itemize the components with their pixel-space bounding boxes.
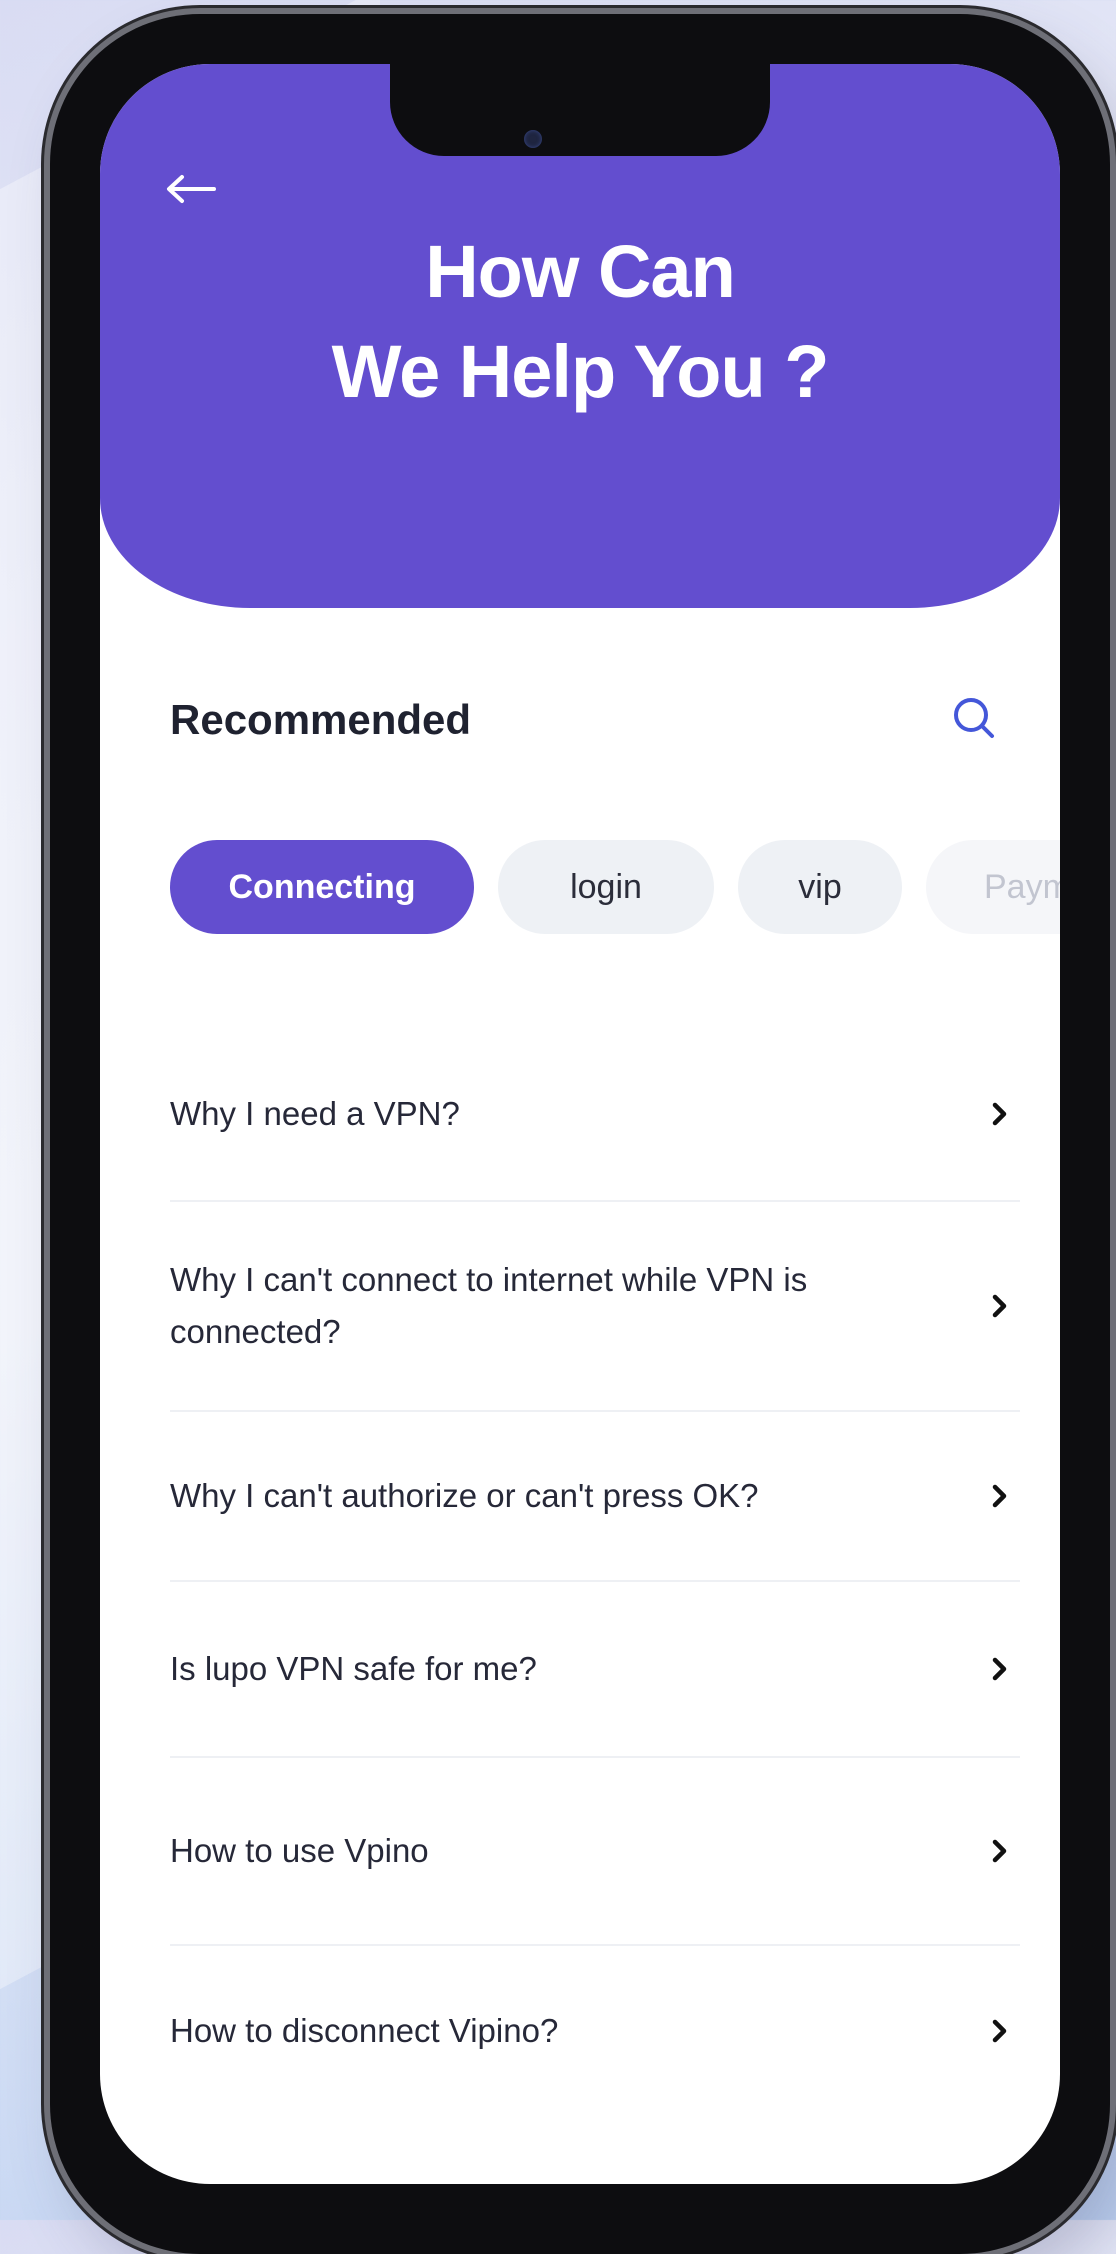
back-button[interactable]: [160, 164, 220, 214]
faq-question: Why I can't authorize or can't press OK?: [170, 1477, 759, 1514]
search-icon: [954, 698, 994, 738]
chevron-right-icon: [992, 2019, 1007, 2043]
phone-notch: [390, 64, 770, 156]
faq-item[interactable]: Is lupo VPN safe for me?: [170, 1582, 1020, 1758]
faq-item[interactable]: Why I can't connect to internet while VP…: [170, 1202, 1020, 1412]
camera-icon: [524, 130, 542, 148]
chip-label: vip: [798, 867, 842, 906]
app-screen: How Can We Help You ? Recommended Connec…: [100, 64, 1060, 2184]
chip-login[interactable]: login: [498, 840, 714, 934]
faq-item[interactable]: How to use Vpino: [170, 1758, 1020, 1946]
faq-item[interactable]: How to disconnect Vipino?: [170, 1946, 1020, 2116]
faq-question: How to use Vpino: [170, 1832, 429, 1869]
category-chips: Connecting login vip Paym: [170, 840, 1060, 936]
faq-question: Is lupo VPN safe for me?: [170, 1650, 537, 1687]
section-title: Recommended: [170, 696, 472, 743]
arrow-left-icon: [167, 175, 216, 203]
chip-connecting[interactable]: Connecting: [170, 840, 474, 934]
faq-list: Why I need a VPN? Why I can't connect to…: [170, 1028, 1020, 2116]
chip-label: login: [570, 867, 642, 906]
faq-item[interactable]: Why I can't authorize or can't press OK?: [170, 1412, 1020, 1582]
chevron-right-icon: [992, 1839, 1007, 1863]
chevron-right-icon: [992, 1294, 1007, 1318]
chip-label: Connecting: [228, 867, 416, 906]
page-title-line-1: How Can: [425, 230, 736, 313]
page-title-line-2: We Help You ?: [331, 330, 830, 413]
faq-question: Why I need a VPN?: [170, 1095, 460, 1132]
chip-vip[interactable]: vip: [738, 840, 902, 934]
chevron-right-icon: [992, 1657, 1007, 1681]
chevron-right-icon: [992, 1102, 1007, 1126]
chevron-right-icon: [992, 1484, 1007, 1508]
chip-label: Paym: [984, 867, 1060, 906]
phone-frame: How Can We Help You ? Recommended Connec…: [50, 14, 1110, 2254]
faq-question: How to disconnect Vipino?: [170, 2012, 559, 2049]
faq-item[interactable]: Why I need a VPN?: [170, 1028, 1020, 1202]
faq-question: Why I can't connect to internet while VP…: [170, 1261, 808, 1350]
chip-payment[interactable]: Paym: [926, 840, 1060, 934]
page-title: How Can We Help You ?: [100, 222, 1060, 422]
search-button[interactable]: [944, 688, 1004, 748]
